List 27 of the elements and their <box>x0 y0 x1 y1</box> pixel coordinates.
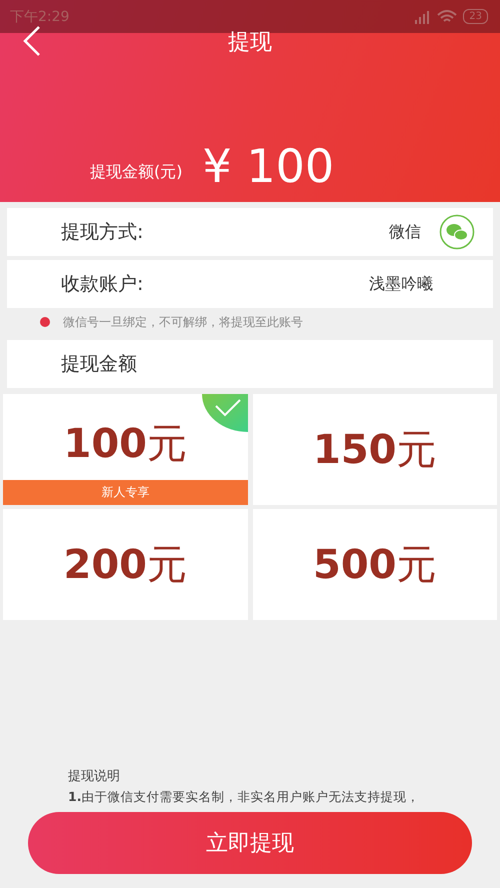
back-icon[interactable] <box>22 25 42 57</box>
option-badge: 新人专享 <box>3 480 248 505</box>
row-value: 微信 <box>389 222 422 242</box>
notes-text: 1.由于微信支付需要实名制，非实名用户账户无法支持提现， <box>68 789 420 806</box>
row-label: 提现方式: <box>61 220 144 245</box>
page-title: 提现 <box>228 33 272 53</box>
row-label: 收款账户: <box>61 272 144 297</box>
option-amount: 200元 <box>64 541 187 590</box>
wifi-icon <box>437 10 458 24</box>
status-time: 下午2:29 <box>10 8 70 26</box>
option-amount: 150元 <box>313 426 436 475</box>
amount-option[interactable]: 100元 新人专享 <box>3 394 248 505</box>
withdraw-button[interactable]: 立即提现 <box>28 812 472 874</box>
amount-label: 提现金额(元) <box>90 162 182 183</box>
amount-option[interactable]: 500元 <box>252 509 497 620</box>
amount-option[interactable]: 150元 <box>252 394 497 505</box>
option-amount: 500元 <box>313 541 436 590</box>
notice-dot-icon <box>40 317 50 327</box>
notes-title: 提现说明 <box>68 768 121 785</box>
row-value: 浅墨吟曦 <box>369 274 434 294</box>
chat-bubbles-icon <box>439 214 475 250</box>
amount-value: ¥ 100 <box>202 141 334 191</box>
option-amount: 100元 <box>64 420 187 469</box>
section-title: 提现金额 <box>61 352 138 377</box>
amount-option[interactable]: 200元 <box>3 509 248 620</box>
notice-text: 微信号一旦绑定，不可解绑，将提现至此账号 <box>63 314 303 330</box>
battery-icon: 23 <box>463 9 488 24</box>
